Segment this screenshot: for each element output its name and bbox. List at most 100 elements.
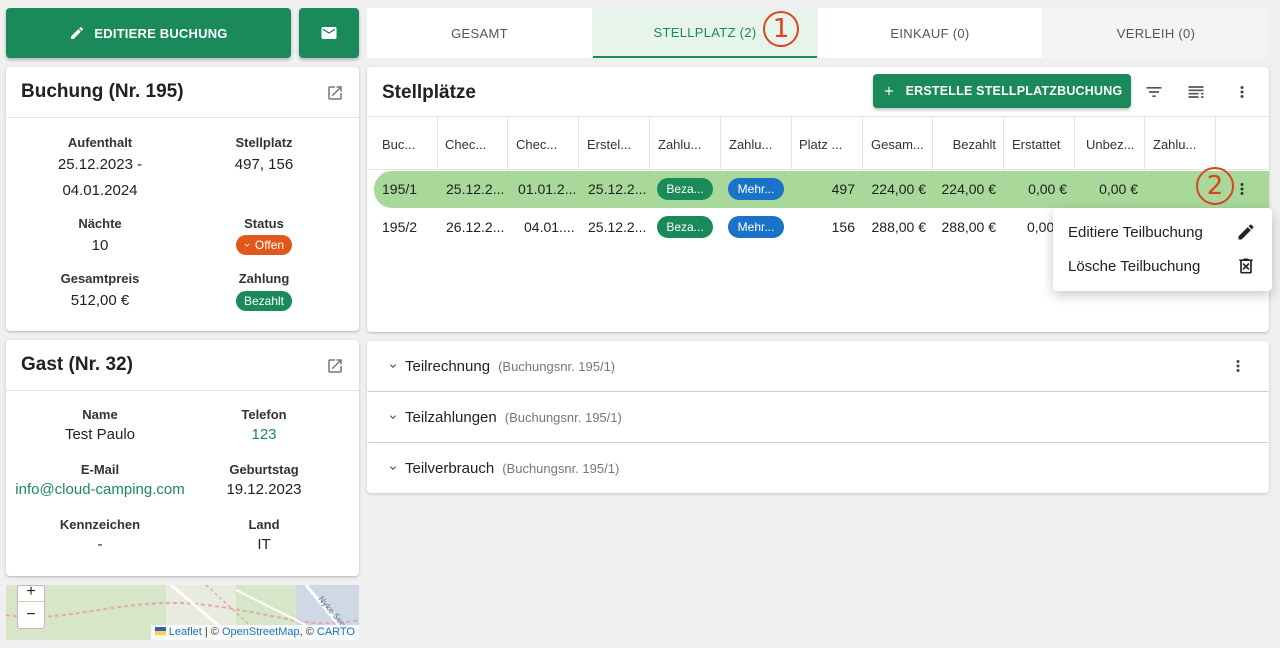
- plate-value: -: [97, 536, 103, 553]
- table-cell: 25.12.2...: [588, 181, 647, 197]
- column-header-pitch[interactable]: Platz ...: [799, 137, 859, 152]
- status-badge[interactable]: Offen: [235, 235, 293, 255]
- table-cell: 497: [831, 181, 855, 197]
- attribution-text: | ©: [201, 626, 222, 638]
- column-header-checkin[interactable]: Chec...: [445, 137, 505, 152]
- menu-item-edit-sub-booking[interactable]: Editiere Teilbuchung: [1053, 215, 1272, 249]
- country-value: IT: [257, 536, 271, 553]
- divider: [6, 390, 359, 391]
- section-sub-invoice[interactable]: Teilrechnung (Buchungsnr. 195/1): [367, 341, 1269, 391]
- tab-label: STELLPLATZ (2): [653, 24, 757, 40]
- chevron-down-icon: [244, 243, 250, 247]
- annotation-marker-1: 1: [763, 11, 799, 47]
- birthday-label: Geburtstag: [229, 462, 299, 477]
- table-cell: 288,00 €: [941, 219, 997, 235]
- column-header-payment[interactable]: Zahlu...: [1153, 137, 1213, 152]
- column-header-paid[interactable]: Bezahlt: [940, 137, 996, 152]
- section-subtitle: (Buchungsnr. 195/1): [502, 460, 620, 476]
- mail-icon: [321, 27, 337, 39]
- create-pitch-booking-button[interactable]: ERSTELLE STELLPLATZBUCHUNG: [873, 74, 1131, 108]
- column-header-booking[interactable]: Buc...: [382, 137, 434, 152]
- table-cell: 04.01....: [524, 219, 575, 235]
- payment-status-badge: Beza...: [657, 178, 713, 200]
- table-cell: 0,00 €: [1099, 181, 1138, 197]
- chevron-down-icon: [390, 364, 396, 368]
- plus-icon: [884, 86, 893, 96]
- section-sub-consumption[interactable]: Teilverbrauch (Buchungsnr. 195/1): [367, 443, 1269, 493]
- filter-icon[interactable]: [1144, 82, 1164, 102]
- email-label: E-Mail: [80, 462, 120, 477]
- column-header-payment-method[interactable]: Zahlu...: [729, 137, 789, 152]
- column-header-total[interactable]: Gesam...: [871, 137, 931, 152]
- edit-booking-button[interactable]: EDITIERE BUCHUNG: [6, 8, 291, 58]
- section-subtitle: (Buchungsnr. 195/1): [498, 358, 616, 374]
- map-zoom-control: + −: [17, 585, 45, 629]
- plate-label: Kennzeichen: [59, 517, 141, 532]
- table-cell: 224,00 €: [941, 181, 997, 197]
- row-more-vert-icon[interactable]: [1233, 180, 1251, 198]
- payment-field: Zahlung Bezahlt: [176, 271, 352, 311]
- map[interactable]: Nyke Senn + − Leaflet | © OpenStreetMap,…: [6, 585, 359, 640]
- payment-method-badge: Mehr...: [728, 216, 784, 238]
- table-cell: 01.01.2...: [518, 181, 577, 197]
- tab-verleih[interactable]: VERLEIH (0): [1043, 8, 1269, 58]
- leaflet-link[interactable]: Leaflet: [169, 626, 202, 638]
- column-separator: [507, 117, 508, 169]
- column-header-unpaid[interactable]: Unbez...: [1086, 137, 1142, 152]
- table-cell: 0,00 €: [1028, 181, 1067, 197]
- phone-link[interactable]: 123: [176, 422, 352, 448]
- status-label: Status: [244, 216, 284, 231]
- total-field: Gesamtpreis 512,00 €: [12, 271, 188, 314]
- tab-label: EINKAUF (0): [890, 25, 970, 41]
- zoom-out-button[interactable]: −: [18, 602, 44, 628]
- pencil-icon: [71, 26, 84, 39]
- pitch-value: 497, 156: [234, 156, 294, 173]
- email-field: E-Mail info@cloud-camping.com: [5, 462, 195, 503]
- payment-status-badge: Beza...: [657, 216, 713, 238]
- tab-gesamt[interactable]: GESAMT: [367, 8, 592, 58]
- osm-link[interactable]: OpenStreetMap: [222, 626, 300, 638]
- more-vert-icon[interactable]: [1229, 357, 1247, 375]
- table-cell: 26.12.2...: [446, 219, 505, 235]
- table-cell: 25.12.2...: [446, 181, 505, 197]
- birthday-field: Geburtstag 19.12.2023: [176, 462, 352, 503]
- email-link[interactable]: info@cloud-camping.com: [5, 477, 195, 503]
- zoom-in-button[interactable]: +: [18, 585, 44, 602]
- country-label: Land: [248, 517, 280, 532]
- pitch-field: Stellplatz 497, 156: [176, 135, 352, 178]
- booking-title: Buchung (Nr. 195): [21, 81, 184, 102]
- guest-card: Gast (Nr. 32) Name Test Paulo Telefon 12…: [6, 340, 359, 576]
- pitches-title: Stellplätze: [382, 82, 476, 103]
- column-separator: [437, 117, 438, 169]
- column-header-payment-status[interactable]: Zahlu...: [658, 137, 718, 152]
- table-cell: 156: [831, 219, 855, 235]
- menu-item-label: Editiere Teilbuchung: [1068, 223, 1203, 241]
- more-vert-icon[interactable]: [1233, 83, 1251, 101]
- map-attribution: Leaflet | © OpenStreetMap, © CARTO: [150, 625, 359, 640]
- open-external-icon[interactable]: [326, 357, 344, 375]
- chevron-down-icon: [390, 466, 396, 470]
- density-icon[interactable]: [1186, 82, 1206, 102]
- name-label: Name: [82, 407, 118, 422]
- table-cell: 288,00 €: [871, 219, 927, 235]
- tab-einkauf[interactable]: EINKAUF (0): [818, 8, 1042, 58]
- open-external-icon[interactable]: [326, 84, 344, 102]
- section-sub-payments[interactable]: Teilzahlungen (Buchungsnr. 195/1): [367, 392, 1269, 442]
- stay-label: Aufenthalt: [67, 135, 133, 150]
- table-cell: 25.12.2...: [588, 219, 647, 235]
- section-title: Teilzahlungen: [405, 408, 497, 426]
- column-header-created[interactable]: Erstel...: [587, 137, 647, 152]
- plate-field: Kennzeichen -: [12, 517, 188, 558]
- attribution-text: , ©: [299, 626, 317, 638]
- country-field: Land IT: [176, 517, 352, 558]
- carto-link[interactable]: CARTO: [317, 626, 355, 638]
- divider: [367, 169, 1269, 170]
- row-context-menu: Editiere Teilbuchung Lösche Teilbuchung: [1053, 208, 1272, 291]
- column-header-checkout[interactable]: Chec...: [516, 137, 576, 152]
- column-header-refunded[interactable]: Erstattet: [1012, 137, 1072, 152]
- status-value: Offen: [254, 238, 285, 252]
- edit-booking-label: EDITIERE BUCHUNG: [94, 25, 228, 41]
- menu-item-delete-sub-booking[interactable]: Lösche Teilbuchung: [1053, 249, 1272, 283]
- payment-label: Zahlung: [238, 271, 290, 286]
- send-mail-button[interactable]: [299, 8, 359, 58]
